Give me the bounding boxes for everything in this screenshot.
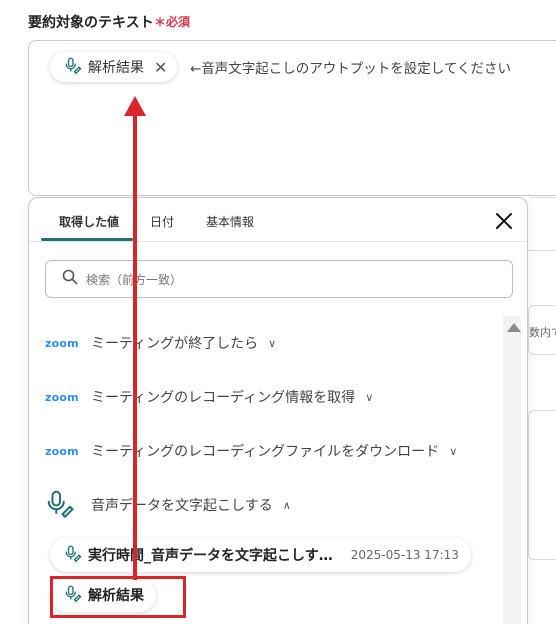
mic-icon [45, 488, 89, 522]
tab-acquired-values[interactable]: 取得した値 [59, 213, 119, 230]
chevron-up-icon[interactable]: ∧ [283, 499, 291, 512]
chevron-down-icon[interactable]: ∨ [365, 391, 373, 404]
tab-bar: 取得した値 日付 基本情報 [29, 198, 527, 242]
selected-value-chip[interactable]: 解析結果 ✕ [50, 52, 178, 82]
annotation-highlight-box [50, 576, 186, 618]
list-item[interactable]: zoom ミーティングのレコーディングファイルをダウンロード ∨ [45, 439, 457, 463]
tab-basic-info[interactable]: 基本情報 [206, 213, 254, 230]
active-tab-indicator [41, 238, 133, 241]
chip-timestamp: 2025-05-13 17:13 [350, 548, 459, 562]
list-item-expanded[interactable]: 音声データを文字起こしする ∧ [45, 490, 291, 519]
chevron-down-icon[interactable]: ∨ [449, 445, 457, 458]
field-hint: ←音声文字起こしのアウトプットを設定してください [190, 61, 512, 77]
zoom-logo: zoom [45, 336, 79, 350]
close-icon[interactable] [495, 212, 513, 230]
background-divider [528, 250, 556, 251]
background-divider [530, 197, 556, 198]
item-label: ミーティングのレコーディングファイルをダウンロード [91, 444, 440, 460]
scrollbar[interactable] [503, 316, 521, 624]
annotation-arrow-head [124, 96, 146, 116]
value-chip-exec-time[interactable]: 実行時間_音声データを文字起こしす… 2025-05-13 17:13 [50, 538, 471, 572]
background-text: 数内で [529, 326, 556, 339]
list-item[interactable]: zoom ミーティングが終了したら ∨ [45, 331, 276, 355]
background-field [528, 410, 556, 560]
item-label: 音声データを文字起こしする [91, 498, 273, 514]
zoom-logo: zoom [45, 390, 79, 404]
item-label: ミーティングのレコーディング情報を取得 [91, 390, 356, 406]
field-label: 要約対象のテキスト [28, 15, 154, 31]
mic-icon [64, 56, 82, 78]
list-item[interactable]: zoom ミーティングのレコーディング情報を取得 ∨ [45, 385, 373, 409]
search-input[interactable]: 検索（前方一致） [45, 260, 513, 298]
item-label: ミーティングが終了したら [91, 336, 259, 352]
scroll-up-icon[interactable] [507, 323, 521, 332]
chip-label: 解析結果 [88, 60, 144, 76]
chip-label: 実行時間_音声データを文字起こしす… [88, 548, 333, 564]
zoom-logo: zoom [45, 444, 79, 458]
screen: 要約対象のテキスト ＊必須 解析結果 ✕ ←音声文字起こしのアウトプットを設定し… [0, 0, 556, 624]
required-badge: ＊必須 [154, 15, 191, 29]
mic-icon [64, 544, 82, 566]
chevron-down-icon[interactable]: ∨ [268, 337, 276, 350]
tab-date[interactable]: 日付 [150, 213, 174, 230]
chip-remove-icon[interactable]: ✕ [154, 58, 167, 77]
annotation-arrow [133, 110, 137, 580]
search-icon [62, 269, 78, 289]
